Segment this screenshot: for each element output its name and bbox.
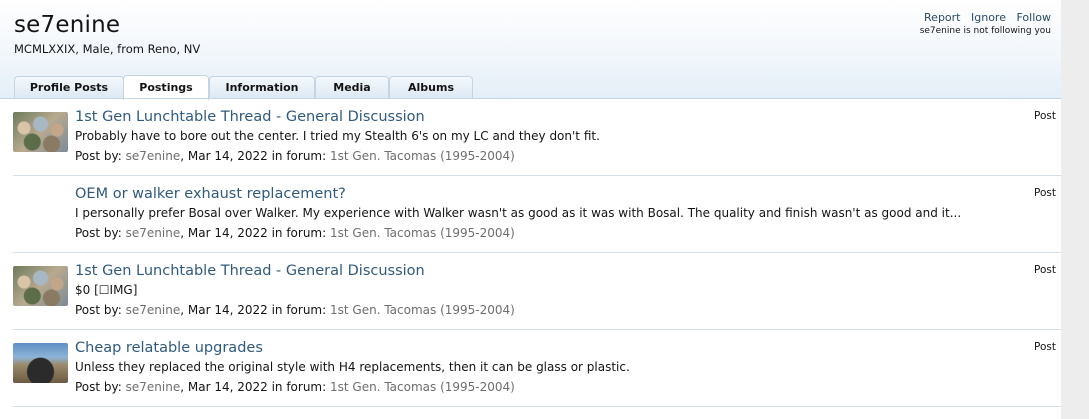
forum-link[interactable]: 1st Gen. Tacomas (1995-2004) <box>330 226 515 240</box>
post-meta: Post by: se7enine, Mar 14, 2022 in forum… <box>75 380 515 394</box>
item-divider <box>13 406 1061 407</box>
tab-information[interactable]: Information <box>209 76 315 99</box>
list-item: 1st Gen Lunchtable Thread - General Disc… <box>0 99 1061 176</box>
post-date: , Mar 14, 2022 in forum: <box>180 380 327 394</box>
forum-link[interactable]: 1st Gen. Tacomas (1995-2004) <box>330 149 515 163</box>
post-title-link[interactable]: Cheap relatable upgrades <box>75 340 263 356</box>
list-item: OEM or walker exhaust replacement? I per… <box>0 176 1061 253</box>
author-link[interactable]: se7enine <box>126 149 181 163</box>
follow-status: se7enine is not following you <box>919 26 1051 36</box>
content-type-label: Post <box>1034 187 1056 199</box>
post-meta: Post by: se7enine, Mar 14, 2022 in forum… <box>75 303 515 317</box>
tab-media[interactable]: Media <box>315 76 389 99</box>
forum-link[interactable]: 1st Gen. Tacomas (1995-2004) <box>330 303 515 317</box>
post-date: , Mar 14, 2022 in forum: <box>180 303 327 317</box>
post-date: , Mar 14, 2022 in forum: <box>180 226 327 240</box>
ignore-link[interactable]: Ignore <box>971 11 1006 24</box>
post-meta: Post by: se7enine, Mar 14, 2022 in forum… <box>75 149 515 163</box>
content-type-label: Post <box>1034 110 1056 122</box>
post-thumbnail[interactable] <box>13 112 68 152</box>
follow-link[interactable]: Follow <box>1016 11 1051 24</box>
profile-actions: Report Ignore Follow se7enine is not fol… <box>917 11 1051 36</box>
post-title-link[interactable]: 1st Gen Lunchtable Thread - General Disc… <box>75 263 425 279</box>
post-snippet: I personally prefer Bosal over Walker. M… <box>75 206 962 220</box>
forum-link[interactable]: 1st Gen. Tacomas (1995-2004) <box>330 380 515 394</box>
post-title-link[interactable]: OEM or walker exhaust replacement? <box>75 186 346 202</box>
list-item: 1st Gen Lunchtable Thread - General Disc… <box>0 253 1061 330</box>
report-link[interactable]: Report <box>924 11 960 24</box>
author-link[interactable]: se7enine <box>126 226 181 240</box>
profile-username: se7enine <box>14 12 121 38</box>
list-item: Cheap relatable upgrades Unless they rep… <box>0 330 1061 407</box>
profile-header: se7enine MCMLXXIX, Male, from Reno, NV R… <box>0 0 1061 100</box>
profile-action-links: Report Ignore Follow <box>917 11 1051 24</box>
content-type-label: Post <box>1034 264 1056 276</box>
tab-albums[interactable]: Albums <box>389 76 473 99</box>
tab-postings[interactable]: Postings <box>123 75 209 100</box>
tab-profile-posts[interactable]: Profile Posts <box>14 76 124 99</box>
post-snippet: $0 [☐IMG] <box>75 283 138 297</box>
post-by-label: Post by: <box>75 149 122 163</box>
post-snippet: Unless they replaced the original style … <box>75 360 630 374</box>
post-by-label: Post by: <box>75 226 122 240</box>
content-type-label: Post <box>1034 341 1056 353</box>
post-date: , Mar 14, 2022 in forum: <box>180 149 327 163</box>
page-gutter <box>1061 0 1089 419</box>
post-by-label: Post by: <box>75 380 122 394</box>
post-meta: Post by: se7enine, Mar 14, 2022 in forum… <box>75 226 515 240</box>
post-thumbnail[interactable] <box>13 343 68 383</box>
post-title-link[interactable]: 1st Gen Lunchtable Thread - General Disc… <box>75 109 425 125</box>
author-link[interactable]: se7enine <box>126 380 181 394</box>
post-snippet: Probably have to bore out the center. I … <box>75 129 600 143</box>
post-by-label: Post by: <box>75 303 122 317</box>
profile-info: MCMLXXIX, Male, from Reno, NV <box>14 42 201 56</box>
author-link[interactable]: se7enine <box>126 303 181 317</box>
post-thumbnail[interactable] <box>13 266 68 306</box>
